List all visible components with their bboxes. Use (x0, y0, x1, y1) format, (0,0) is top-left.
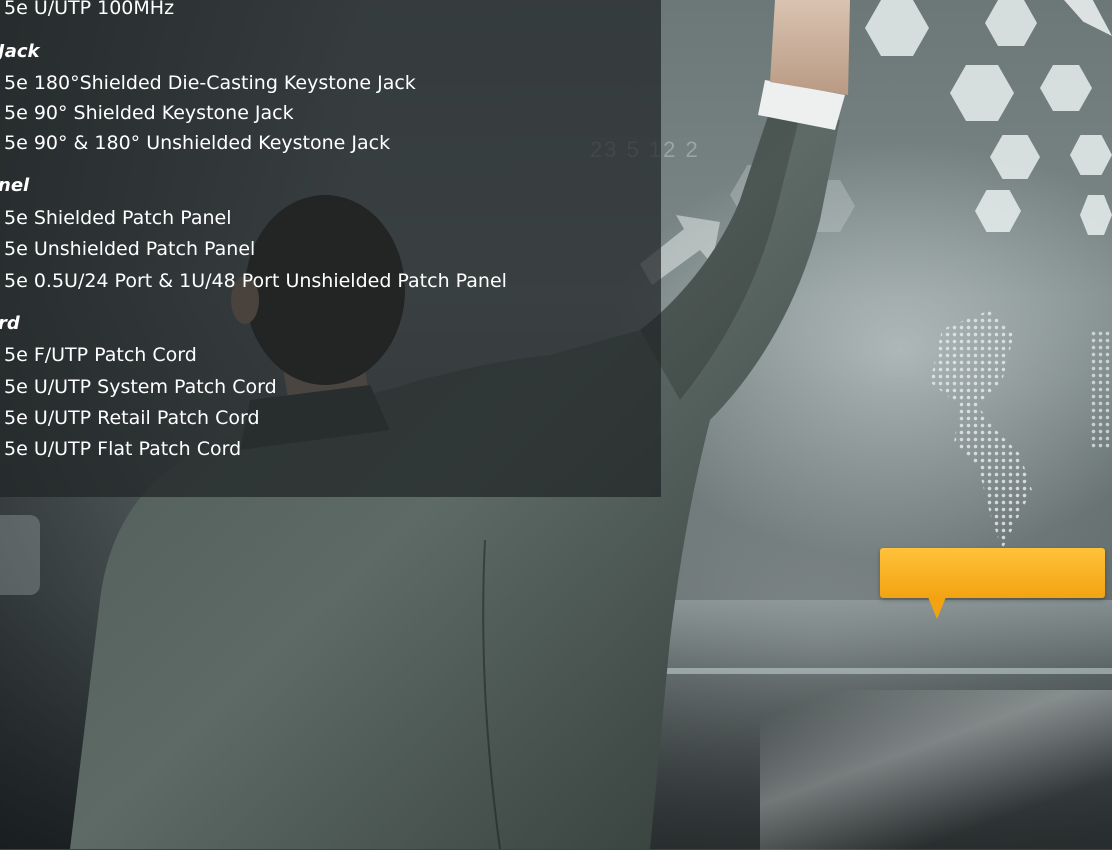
list-item[interactable]: 5e Shielded Patch Panel (4, 207, 232, 229)
list-item[interactable]: 5e U/UTP System Patch Cord (4, 376, 277, 398)
list-item[interactable]: 5e 0.5U/24 Port & 1U/48 Port Unshielded … (4, 270, 507, 292)
section-heading-panel: nel (0, 175, 30, 196)
callout-pointer (928, 597, 946, 619)
list-item[interactable]: 5e U/UTP 100MHz (4, 0, 174, 19)
section-heading-cord: rd (0, 313, 20, 334)
section-heading-jack: Jack (0, 41, 40, 62)
world-map-dots (1090, 330, 1112, 450)
list-item[interactable]: 5e 180°Shielded Die-Casting Keystone Jac… (4, 72, 416, 94)
orange-callout-box (880, 548, 1105, 598)
list-item[interactable]: 5e U/UTP Flat Patch Cord (4, 438, 241, 460)
list-item[interactable]: 5e Unshielded Patch Panel (4, 238, 255, 260)
list-item[interactable]: 5e F/UTP Patch Cord (4, 344, 197, 366)
list-item[interactable]: 5e U/UTP Retail Patch Cord (4, 407, 260, 429)
list-item[interactable]: 5e 90° & 180° Unshielded Keystone Jack (4, 132, 390, 154)
list-item[interactable]: 5e 90° Shielded Keystone Jack (4, 102, 294, 124)
